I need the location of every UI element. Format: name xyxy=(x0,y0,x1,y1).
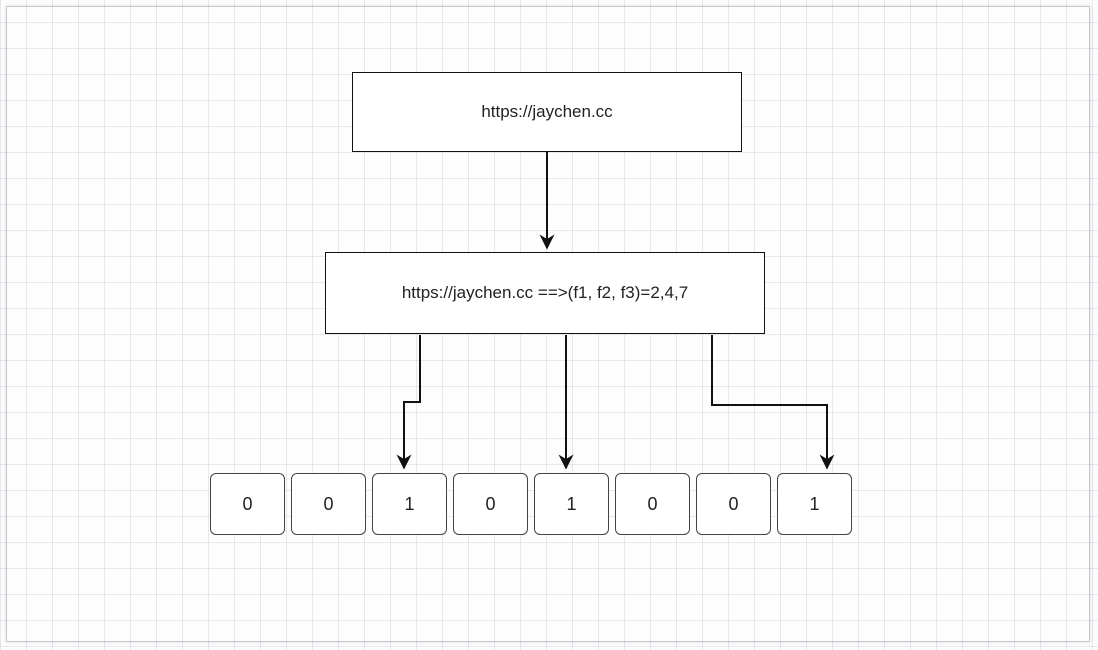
bit-cell-value: 0 xyxy=(323,494,333,515)
hash-node-label: https://jaychen.cc ==>(f1, f2, f3)=2,4,7 xyxy=(402,283,688,303)
bit-cell-1: 0 xyxy=(291,473,366,535)
bit-cell-value: 0 xyxy=(485,494,495,515)
bit-cell-value: 0 xyxy=(728,494,738,515)
bit-cell-value: 1 xyxy=(809,494,819,515)
bit-cell-value: 0 xyxy=(242,494,252,515)
input-node: https://jaychen.cc xyxy=(352,72,742,152)
bit-cell-value: 0 xyxy=(647,494,657,515)
bit-cell-7: 1 xyxy=(777,473,852,535)
diagram-stage: https://jaychen.cc https://jaychen.cc ==… xyxy=(0,0,1098,650)
bit-cell-0: 0 xyxy=(210,473,285,535)
input-node-label: https://jaychen.cc xyxy=(481,102,612,122)
bit-cell-5: 0 xyxy=(615,473,690,535)
bit-cell-value: 1 xyxy=(404,494,414,515)
bit-cell-6: 0 xyxy=(696,473,771,535)
hash-node: https://jaychen.cc ==>(f1, f2, f3)=2,4,7 xyxy=(325,252,765,334)
bit-cell-3: 0 xyxy=(453,473,528,535)
bit-cell-value: 1 xyxy=(566,494,576,515)
bit-cell-4: 1 xyxy=(534,473,609,535)
bit-cell-2: 1 xyxy=(372,473,447,535)
